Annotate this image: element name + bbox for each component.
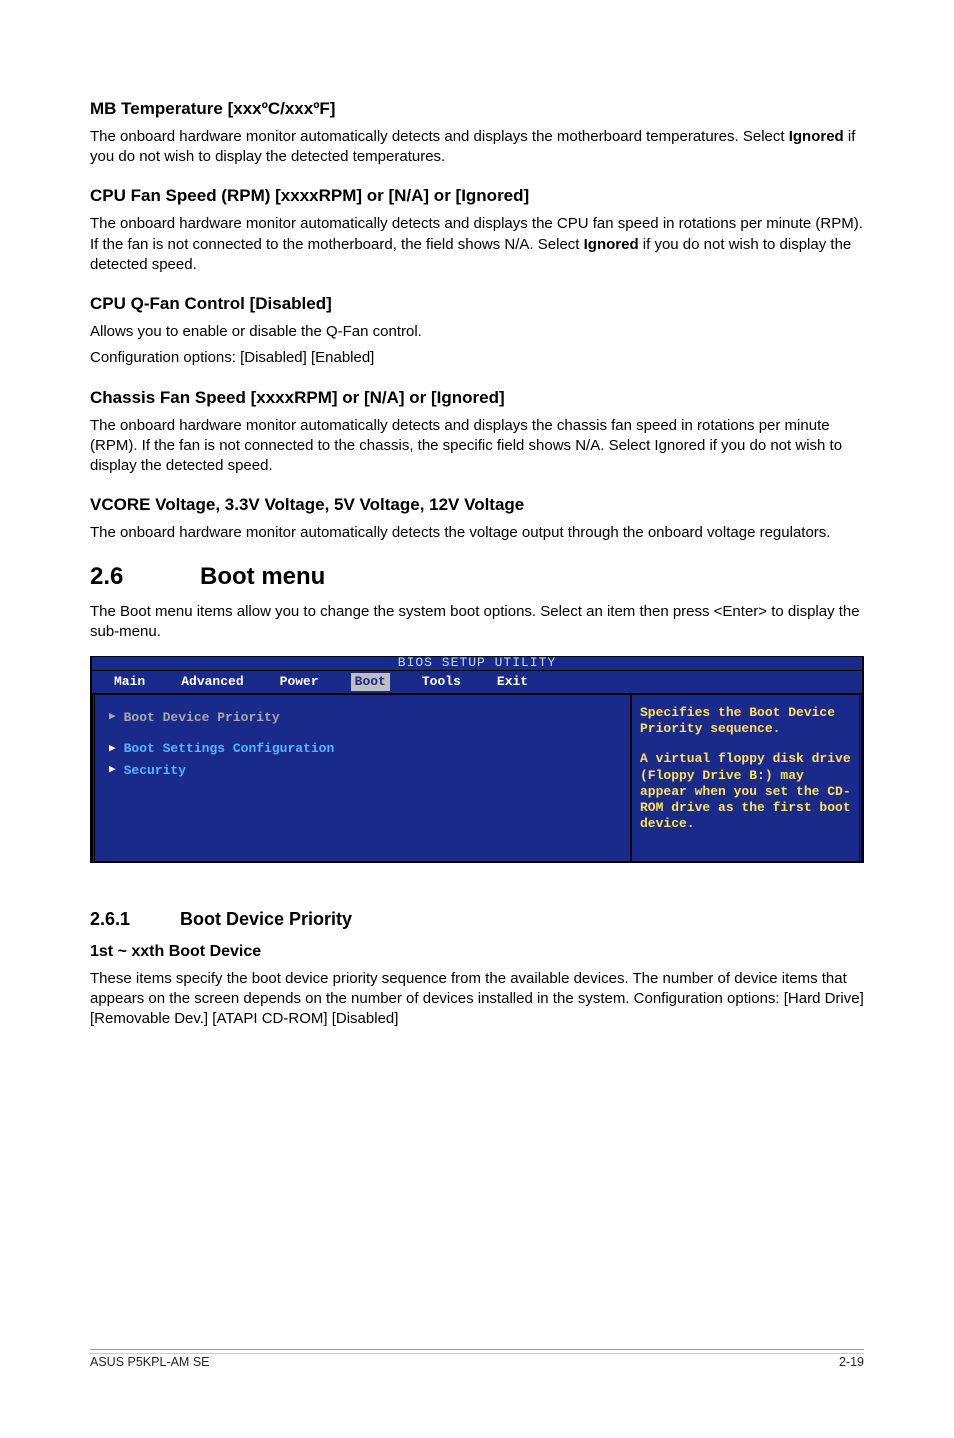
heading-mb-temp: MB Temperature [xxxºC/xxxºF] xyxy=(90,98,864,121)
subsection-title: Boot Device Priority xyxy=(180,909,352,929)
bios-item-label: Security xyxy=(124,762,186,780)
section-title: Boot menu xyxy=(200,563,325,590)
paragraph: Allows you to enable or disable the Q-Fa… xyxy=(90,322,864,342)
bold-ignored: Ignored xyxy=(789,128,844,145)
triangle-icon: ▶ xyxy=(109,763,116,778)
bios-item-security[interactable]: ▶ Security xyxy=(109,762,616,780)
heading-boot-menu: 2.6Boot menu xyxy=(90,561,864,593)
paragraph: Configuration options: [Disabled] [Enabl… xyxy=(90,348,864,368)
heading-cpu-fan: CPU Fan Speed (RPM) [xxxxRPM] or [N/A] o… xyxy=(90,185,864,208)
bios-tab-main[interactable]: Main xyxy=(110,673,149,691)
bios-torn-edge xyxy=(90,863,864,881)
paragraph: The onboard hardware monitor automatical… xyxy=(90,416,864,477)
paragraph: These items specify the boot device prio… xyxy=(90,969,864,1030)
heading-boot-device-n: 1st ~ xxth Boot Device xyxy=(90,941,864,963)
bios-tab-power[interactable]: Power xyxy=(276,673,323,691)
bios-item-label: Boot Settings Configuration xyxy=(124,740,335,758)
footer-product: ASUS P5KPL-AM SE xyxy=(90,1354,210,1371)
triangle-icon: ▶ xyxy=(109,710,116,725)
bios-item-boot-device-priority[interactable]: ▶ Boot Device Priority xyxy=(109,709,616,727)
page-footer: ASUS P5KPL-AM SE 2-19 xyxy=(90,1349,864,1371)
bios-help-panel: Specifies the Boot Device Priority seque… xyxy=(632,695,862,861)
bios-item-boot-settings[interactable]: ▶ Boot Settings Configuration xyxy=(109,740,616,758)
heading-boot-priority: 2.6.1Boot Device Priority xyxy=(90,907,864,931)
section-number: 2.6 xyxy=(90,561,200,593)
bios-screenshot: BIOS SETUP UTILITY Main Advanced Power B… xyxy=(90,656,864,862)
paragraph: The onboard hardware monitor automatical… xyxy=(90,214,864,275)
heading-chassis-fan: Chassis Fan Speed [xxxxRPM] or [N/A] or … xyxy=(90,387,864,410)
paragraph: The onboard hardware monitor automatical… xyxy=(90,523,864,543)
triangle-icon: ▶ xyxy=(109,742,116,757)
bios-help-text-2: A virtual floppy disk drive (Floppy Driv… xyxy=(640,751,851,832)
bios-tab-tools[interactable]: Tools xyxy=(418,673,465,691)
text: The onboard hardware monitor automatical… xyxy=(90,128,789,145)
paragraph: The Boot menu items allow you to change … xyxy=(90,602,864,643)
heading-vcore: VCORE Voltage, 3.3V Voltage, 5V Voltage,… xyxy=(90,494,864,517)
bios-tab-exit[interactable]: Exit xyxy=(493,673,532,691)
heading-qfan: CPU Q-Fan Control [Disabled] xyxy=(90,293,864,316)
bios-item-label: Boot Device Priority xyxy=(124,709,280,727)
bios-title: BIOS SETUP UTILITY xyxy=(92,657,862,671)
bios-help-text-1: Specifies the Boot Device Priority seque… xyxy=(640,705,851,738)
bios-menu-bar: Main Advanced Power Boot Tools Exit xyxy=(92,671,862,693)
bios-tab-advanced[interactable]: Advanced xyxy=(177,673,247,691)
bios-body: ▶ Boot Device Priority ▶ Boot Settings C… xyxy=(92,693,862,861)
bold-ignored: Ignored xyxy=(584,236,639,253)
bios-tab-boot[interactable]: Boot xyxy=(351,673,390,691)
subsection-number: 2.6.1 xyxy=(90,907,180,931)
footer-page-number: 2-19 xyxy=(839,1354,864,1371)
paragraph: The onboard hardware monitor automatical… xyxy=(90,127,864,168)
bios-left-panel: ▶ Boot Device Priority ▶ Boot Settings C… xyxy=(92,695,632,861)
